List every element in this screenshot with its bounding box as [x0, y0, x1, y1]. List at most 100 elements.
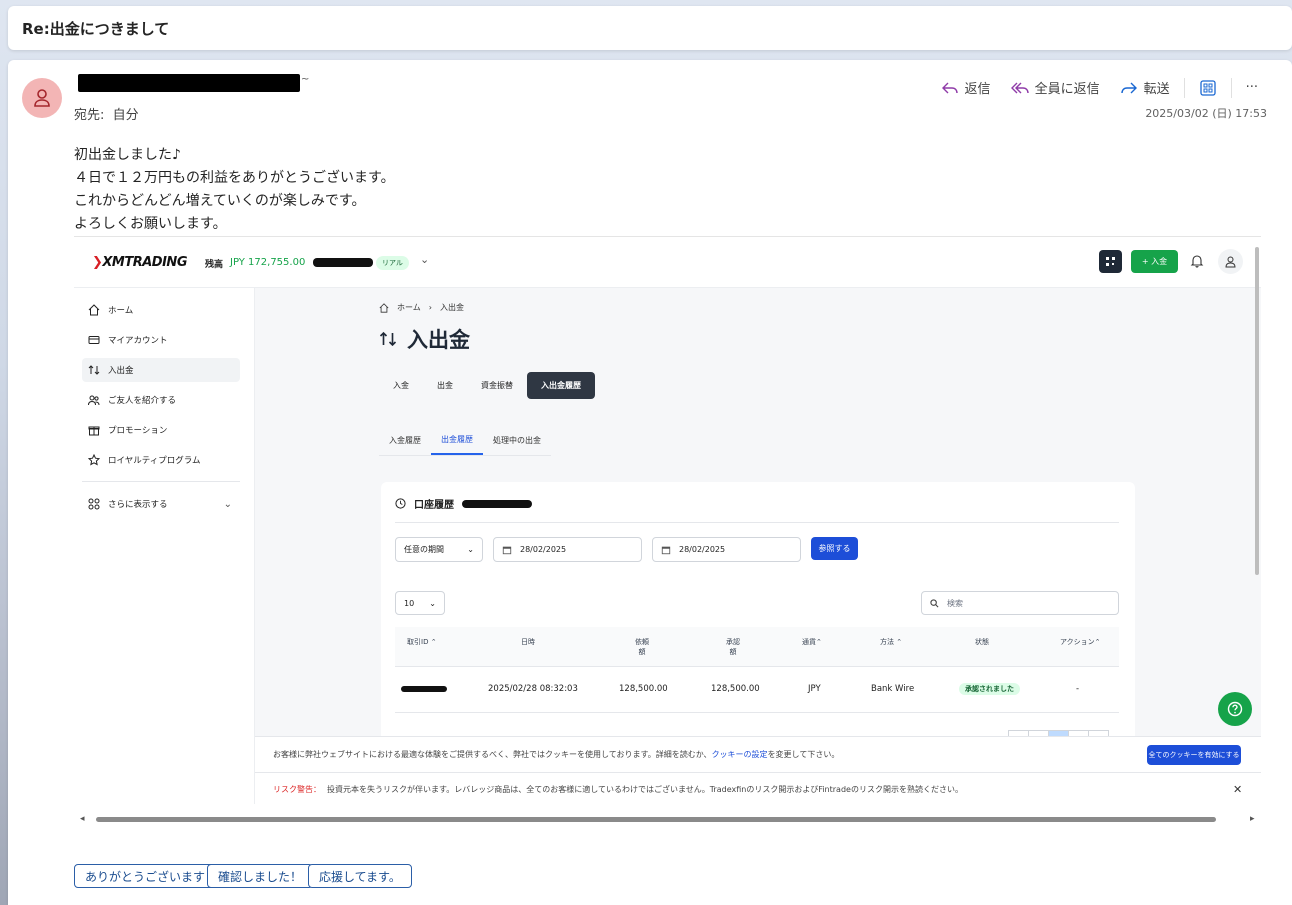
scroll-thumb[interactable]	[96, 817, 1216, 822]
person-icon	[34, 89, 50, 107]
subtab-pending-withdrawals[interactable]: 処理中の出金	[483, 426, 551, 455]
sidebar-item-referral[interactable]: ご友人を紹介する	[82, 388, 240, 412]
xm-main: ホーム › 入出金 入出金 入金 出金 資金振替 入出金履歴 入金履歴 出金履歴…	[255, 288, 1261, 804]
accept-cookies-button[interactable]: 全てのクッキーを有効にする	[1147, 745, 1241, 765]
page-title: 入出金	[379, 324, 470, 354]
chevron-down-icon[interactable]: ⌄	[420, 253, 429, 266]
chevron-down-icon: ⌄	[429, 598, 436, 608]
subtab-withdrawal-history[interactable]: 出金履歴	[431, 426, 483, 455]
date-to-value: 28/02/2025	[679, 545, 726, 554]
tab-history[interactable]: 入出金履歴	[527, 372, 595, 399]
divider	[82, 481, 240, 482]
message-body: 初出金しました♪ ４日で１２万円もの利益をありがとうございます。 これからどんど…	[74, 144, 395, 236]
sidebar-label: ご友人を紹介する	[108, 396, 177, 406]
subject-bar: Re:出金につきまして	[8, 6, 1292, 50]
period-value: 任意の期間	[404, 545, 444, 554]
tab-deposit[interactable]: 入金	[379, 372, 423, 399]
account-number-redacted	[462, 499, 532, 508]
star-icon	[88, 454, 100, 466]
body-line: 初出金しました♪	[74, 147, 181, 163]
transfer-arrows-icon	[379, 331, 397, 347]
col-header[interactable]: 承認額	[723, 637, 743, 657]
table-header: 取引ID ⌃ 日時 依頼額 承認額 通貨⌃ 方法 ⌃ 状態 アクション⌃	[395, 627, 1119, 667]
tab-transfer[interactable]: 資金振替	[467, 372, 527, 399]
sidebar-label: マイアカウント	[108, 336, 168, 346]
cell-requested: 128,500.00	[619, 684, 668, 694]
col-header[interactable]: 状態	[975, 637, 989, 647]
reply-button[interactable]: 返信	[933, 74, 999, 101]
col-header[interactable]: 方法 ⌃	[880, 637, 902, 647]
status-badge: 承認されました	[959, 683, 1020, 695]
search-input[interactable]: 検索	[921, 591, 1119, 615]
table-row[interactable]: 2025/02/28 08:32:03 128,500.00 128,500.0…	[395, 667, 1119, 713]
quick-reply-thanks[interactable]: ありがとうございます！	[74, 864, 229, 888]
quick-reply-support[interactable]: 応援してます。	[308, 864, 412, 888]
forward-button[interactable]: 転送	[1112, 74, 1178, 101]
sender-avatar[interactable]	[22, 78, 62, 118]
chevron-down-icon: ⌄	[467, 545, 474, 554]
more-icon: ···	[1245, 80, 1258, 95]
col-header[interactable]: アクション⌃	[1060, 637, 1101, 647]
sidebar-item-home[interactable]: ホーム	[82, 298, 240, 322]
account-type-badge: リアル	[376, 256, 409, 270]
account-number-redacted	[313, 258, 373, 267]
home-icon[interactable]	[379, 302, 389, 313]
to-value: 自分	[112, 108, 139, 123]
scroll-right-icon[interactable]: ▸	[1250, 814, 1255, 824]
sender-name-tail: ~	[301, 74, 310, 85]
body-line: これからどんどん増えていくのが楽しみです。	[74, 193, 366, 209]
tab-withdrawal[interactable]: 出金	[423, 372, 467, 399]
reply-icon	[941, 82, 958, 93]
sidebar-label: プロモーション	[108, 426, 168, 436]
cookie-settings-link[interactable]: クッキーの設定	[712, 749, 768, 760]
horizontal-scrollbar[interactable]: ◂ ▸	[74, 814, 1261, 824]
sidebar-show-more[interactable]: さらに表示する ⌄	[82, 492, 240, 516]
sub-tabs: 入金履歴 出金履歴 処理中の出金	[379, 426, 551, 456]
user-menu-button[interactable]	[1218, 249, 1243, 274]
date-to-input[interactable]: 28/02/2025	[652, 537, 801, 562]
col-header[interactable]: 通貨⌃	[802, 637, 822, 647]
col-header[interactable]: 日時	[521, 637, 535, 647]
transfer-arrows-icon	[88, 365, 100, 375]
reply-all-button[interactable]: 全員に返信	[1003, 74, 1108, 101]
xm-header: ❯XMTRADING 残高 JPY 172,755.00 リアル ⌄ + 入金	[74, 237, 1261, 288]
message-datetime: 2025/03/02 (日) 17:53	[1145, 107, 1267, 120]
apps-grid-icon	[1199, 79, 1216, 96]
period-select[interactable]: 任意の期間 ⌄	[395, 537, 483, 562]
apps-button[interactable]	[1191, 75, 1225, 101]
page-size-select[interactable]: 10 ⌄	[395, 591, 445, 615]
more-actions-button[interactable]: ···	[1238, 76, 1266, 99]
quick-reply-confirmed[interactable]: 確認しました！	[207, 864, 314, 888]
sidebar-item-promotions[interactable]: プロモーション	[82, 418, 240, 442]
balance-label: 残高	[205, 260, 224, 270]
risk-warning-banner: リスク警告： 投資元本を失うリスクが伴います。レバレッジ商品は、全てのお客様に適…	[255, 772, 1261, 804]
sidebar-item-deposits-withdrawals[interactable]: 入出金	[82, 358, 240, 382]
gift-icon	[88, 426, 100, 436]
forward-label: 転送	[1143, 82, 1170, 97]
breadcrumb-home[interactable]: ホーム	[397, 302, 421, 313]
vertical-scrollbar[interactable]	[1255, 247, 1259, 575]
sidebar-item-loyalty[interactable]: ロイヤルティプログラム	[82, 448, 240, 472]
subtab-deposit-history[interactable]: 入金履歴	[379, 426, 431, 455]
col-header[interactable]: 取引ID ⌃	[407, 637, 437, 647]
page-size-value: 10	[404, 598, 415, 608]
col-header[interactable]: 依頼額	[632, 637, 652, 657]
sidebar-item-my-account[interactable]: マイアカウント	[82, 328, 240, 352]
cookie-text-after: を変更して下さい。	[767, 750, 840, 759]
user-icon	[1225, 256, 1236, 267]
help-button[interactable]	[1218, 692, 1252, 726]
search-button[interactable]: 参照する	[811, 537, 858, 560]
qr-code-button[interactable]	[1099, 250, 1122, 273]
search-placeholder: 検索	[947, 598, 963, 608]
sidebar-label: ロイヤルティプログラム	[108, 456, 201, 466]
deposit-button[interactable]: + 入金	[1131, 250, 1178, 273]
cookie-text: お客様に弊社ウェブサイトにおける最適な体験をご提供するべく、弊社ではクッキーを使…	[273, 750, 712, 759]
message-card: ~ 宛先: 自分 返信 全員に返信 転送 ··· 2025/03/02 (日) …	[8, 60, 1292, 905]
risk-label: リスク警告：	[273, 784, 321, 794]
close-icon[interactable]: ✕	[1233, 783, 1242, 796]
date-from-input[interactable]: 28/02/2025	[493, 537, 642, 562]
bell-icon[interactable]	[1190, 253, 1204, 269]
cell-approved: 128,500.00	[711, 684, 760, 694]
scroll-left-icon[interactable]: ◂	[80, 814, 85, 824]
main-tabs: 入金 出金 資金振替 入出金履歴	[379, 372, 595, 399]
